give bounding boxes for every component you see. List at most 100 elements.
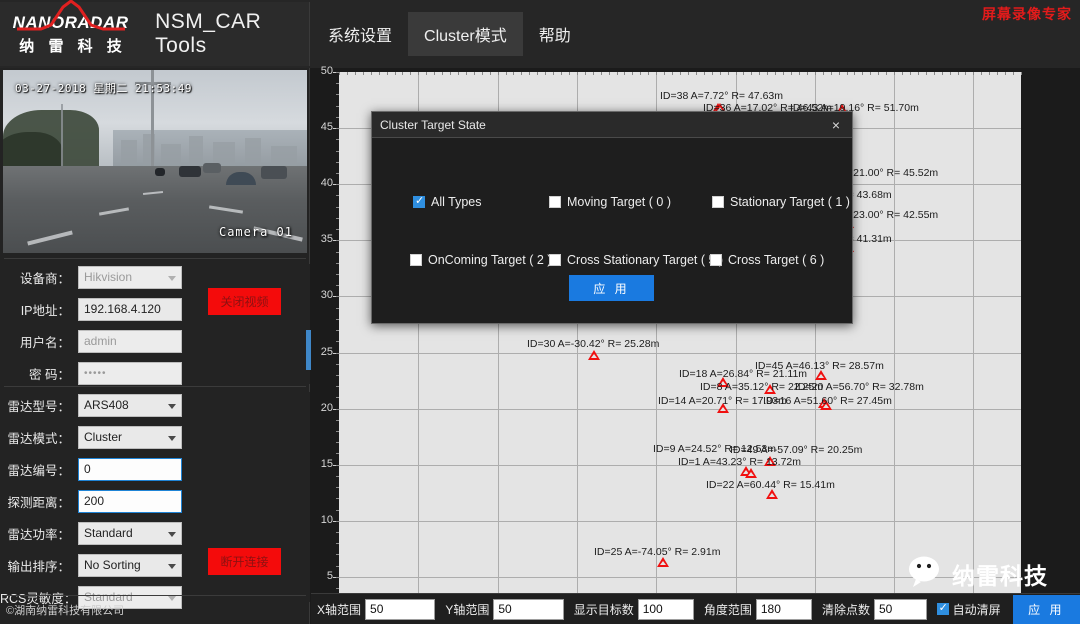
x-axis-minor-tick xyxy=(608,72,610,75)
x-axis-minor-tick xyxy=(711,72,713,75)
x-axis-minor-tick xyxy=(870,72,872,75)
checkbox-box[interactable] xyxy=(549,196,561,208)
menu-item-system-settings[interactable]: 系统设置 xyxy=(312,12,408,56)
radar-power-select[interactable]: Standard xyxy=(78,521,182,545)
bottom-field-input[interactable]: 180 xyxy=(755,598,812,620)
checkbox-all-types[interactable]: All Types xyxy=(413,194,482,209)
detect-range-row: 探测距离： 200 断开连接 xyxy=(0,488,310,575)
radar-target-label: ID=49 A=-57.09° R= 20.25m xyxy=(730,444,863,456)
checkbox-cross-stationary-target[interactable]: Cross Stationary Target ( 5 ) xyxy=(549,253,723,267)
vendor-select[interactable]: Hikvision xyxy=(78,265,182,289)
x-axis-minor-tick xyxy=(410,72,412,75)
radar-model-row: 雷达型号： ARS408 xyxy=(0,392,310,418)
ip-value: 192.168.4.120 xyxy=(84,302,161,316)
x-axis-minor-tick xyxy=(1013,72,1015,75)
checkbox-oncoming-target[interactable]: OnComing Target ( 2 ) xyxy=(410,253,551,267)
y-axis-minor-tick xyxy=(336,363,339,365)
close-video-button[interactable]: 关闭视频 xyxy=(208,288,281,315)
y-axis-minor-tick xyxy=(336,139,339,141)
y-axis-minor-tick xyxy=(336,374,339,376)
chevron-down-icon xyxy=(168,275,176,281)
x-axis-minor-tick xyxy=(576,72,578,75)
bottom-toolbar: X轴范围50Y轴范围50显示目标数100角度范围180清除点数50自动清屏应 用 xyxy=(311,593,1080,624)
dialog-apply-button[interactable]: 应 用 xyxy=(569,275,654,301)
radar-target-label: ID=1 A=43.23° R= 13.72m xyxy=(678,456,801,468)
bottom-field-input[interactable]: 50 xyxy=(873,598,927,620)
menu-item-help[interactable]: 帮助 xyxy=(523,12,587,56)
x-axis-minor-tick xyxy=(894,72,896,75)
x-axis-minor-tick xyxy=(402,72,404,75)
radar-target-label: ID=25 A=-74.05° R= 2.91m xyxy=(594,546,721,558)
disconnect-button[interactable]: 断开连接 xyxy=(208,548,281,575)
bottom-apply-button[interactable]: 应 用 xyxy=(1012,594,1080,624)
detect-range-input[interactable]: 200 xyxy=(78,489,182,513)
x-axis-minor-tick xyxy=(1005,72,1007,75)
x-axis-minor-tick xyxy=(553,72,555,75)
radar-target-marker[interactable] xyxy=(745,468,757,478)
video-utility-pole xyxy=(61,104,63,174)
radar-target-marker[interactable] xyxy=(588,350,600,360)
x-axis-minor-tick xyxy=(450,72,452,75)
x-axis-minor-tick xyxy=(933,72,935,75)
radar-model-select[interactable]: ARS408 xyxy=(78,393,182,417)
username-input[interactable]: admin xyxy=(78,329,182,353)
ip-input[interactable]: 192.168.4.120 xyxy=(78,297,182,321)
radar-power-row: 雷达功率： Standard xyxy=(0,520,310,546)
radar-target-label: ID=20 A=56.70° R= 32.78m xyxy=(795,381,924,393)
auto-clear-checkbox[interactable]: 自动清屏 xyxy=(936,601,1005,618)
bottom-field-input[interactable]: 50 xyxy=(493,598,564,620)
x-axis-minor-tick xyxy=(687,72,689,75)
radar-target-marker[interactable] xyxy=(657,557,669,567)
x-axis-minor-tick xyxy=(886,72,888,75)
screen-recorder-watermark: 屏幕录像专家 xyxy=(982,6,1072,22)
radar-target-label: ID=30 A=-30.42° R= 25.28m xyxy=(527,338,660,350)
checkbox-stationary-target[interactable]: Stationary Target ( 1 ) xyxy=(712,195,850,209)
ip-row: IP地址： 192.168.4.120 关闭视频 xyxy=(0,288,310,322)
y-axis-minor-tick xyxy=(336,184,339,186)
dialog-title: Cluster Target State xyxy=(380,117,486,132)
checkbox-cross-target[interactable]: Cross Target ( 6 ) xyxy=(710,253,824,267)
pass-row: 密 码： ••••• xyxy=(0,360,310,386)
checkbox-box[interactable] xyxy=(413,194,425,208)
x-axis-minor-tick xyxy=(418,72,420,75)
x-axis-minor-tick xyxy=(465,72,467,75)
wechat-watermark: 纳雷科技 xyxy=(908,555,1048,593)
checkbox-box[interactable] xyxy=(710,254,722,266)
radar-target-label: ID=45 A=46.13° R= 28.57m xyxy=(755,360,884,372)
close-icon[interactable]: × xyxy=(828,117,844,133)
chevron-down-icon xyxy=(168,595,176,601)
checkbox-box[interactable] xyxy=(410,254,422,266)
y-axis-minor-tick xyxy=(336,498,339,500)
x-axis-minor-tick xyxy=(965,72,967,75)
checkbox-label: All Types xyxy=(431,195,482,209)
camera-settings-form: 设备商： Hikvision IP地址： 192.168.4.120 关闭视频 … xyxy=(0,264,310,386)
y-axis-minor-tick xyxy=(336,128,339,130)
radar-id-input[interactable]: 0 xyxy=(78,457,182,481)
dialog-titlebar[interactable]: Cluster Target State × xyxy=(372,112,852,138)
auto-clear-label: 自动清屏 xyxy=(952,602,1001,617)
y-axis-minor-tick xyxy=(336,172,339,174)
y-axis-tick-label: 25 xyxy=(320,345,333,358)
x-axis-minor-tick xyxy=(362,72,364,75)
x-axis-minor-tick xyxy=(775,72,777,75)
y-axis-minor-tick xyxy=(336,554,339,556)
checkbox-box[interactable] xyxy=(712,196,724,208)
bottom-field-input[interactable]: 50 xyxy=(365,598,436,620)
password-input[interactable]: ••••• xyxy=(78,361,182,385)
video-lane-marking xyxy=(208,205,244,214)
bottom-field-label: 显示目标数 xyxy=(573,602,634,617)
y-axis-minor-tick xyxy=(336,520,339,522)
menu-item-cluster-mode[interactable]: Cluster模式 xyxy=(408,12,523,56)
radar-mode-select[interactable]: Cluster xyxy=(78,425,182,449)
radar-target-label: A=21.00° R= 45.52m xyxy=(840,167,939,179)
bottom-field-input[interactable]: 100 xyxy=(637,598,694,620)
output-sorting-select[interactable]: No Sorting xyxy=(78,553,182,577)
chevron-down-icon xyxy=(168,531,176,537)
x-axis-minor-tick xyxy=(719,72,721,75)
checkbox-box[interactable] xyxy=(936,601,949,615)
camera-video-feed[interactable]: 03-27-2018 星期二 21:53:49 Camera 01 xyxy=(3,70,307,253)
vertical-scrollbar[interactable] xyxy=(306,330,311,370)
checkbox-box[interactable] xyxy=(549,254,561,266)
y-axis-minor-tick xyxy=(336,318,339,320)
checkbox-moving-target[interactable]: Moving Target ( 0 ) xyxy=(549,195,671,209)
